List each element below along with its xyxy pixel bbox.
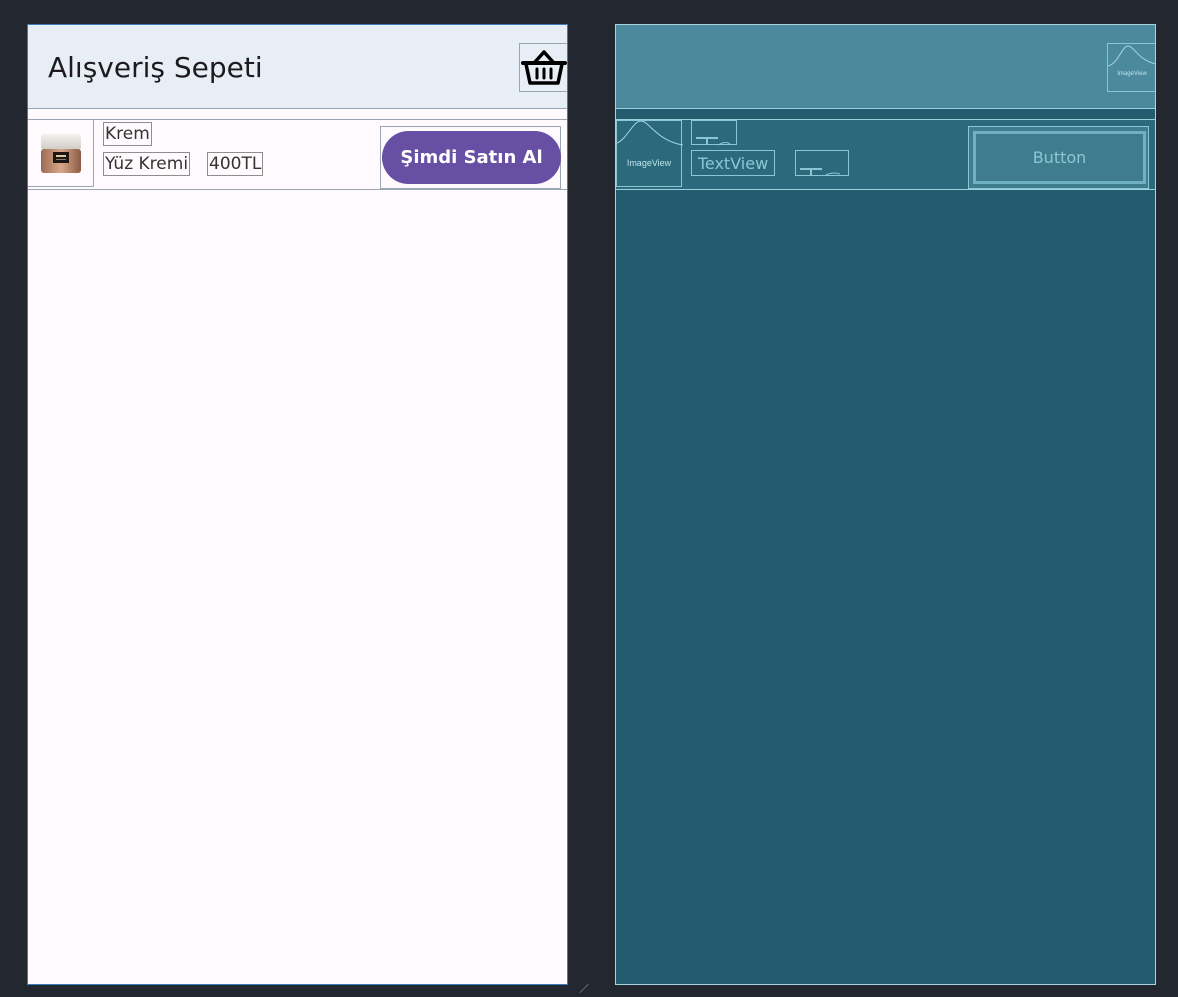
blueprint-toolbar: ImageView: [616, 25, 1155, 109]
blueprint-category-textview[interactable]: [691, 120, 737, 146]
category-label: Krem: [103, 122, 152, 146]
product-image: [28, 120, 94, 187]
product-price: 400TL: [207, 152, 264, 176]
text-placeholder-icon: [696, 137, 731, 146]
buy-button-container: Şimdi Satın Al: [380, 126, 561, 189]
blueprint-button[interactable]: Button: [973, 131, 1146, 184]
blueprint-name-textview[interactable]: TextView: [691, 150, 775, 176]
product-name: Yüz Kremi: [103, 152, 191, 176]
blueprint-item-row: ImageView TextView Button: [616, 119, 1155, 190]
basket-icon: [521, 49, 567, 85]
toolbar: Alışveriş Sepeti: [28, 25, 567, 109]
image-placeholder-icon: [1108, 45, 1155, 67]
image-placeholder-icon: [617, 121, 683, 146]
text-placeholder-icon: [800, 168, 841, 176]
cream-jar-image: [40, 134, 81, 173]
basket-button[interactable]: [519, 43, 567, 92]
blueprint-preview: ImageView ImageView TextView Button: [615, 24, 1156, 985]
blueprint-button-container: Button: [968, 126, 1149, 189]
imageview-caption: ImageView: [626, 158, 672, 168]
blueprint-toolbar-imageview[interactable]: ImageView: [1107, 43, 1155, 92]
imageview-caption: ImageView: [1117, 71, 1147, 77]
cart-item-row: Krem Yüz Kremi 400TL Şimdi Satın Al: [28, 119, 567, 190]
toolbar-title: Alışveriş Sepeti: [48, 51, 263, 84]
buy-now-button[interactable]: Şimdi Satın Al: [382, 131, 561, 184]
resize-handle[interactable]: [579, 983, 589, 994]
blueprint-product-imageview[interactable]: ImageView: [616, 120, 683, 187]
blueprint-price-textview[interactable]: [795, 150, 849, 176]
design-preview: Alışveriş Sepeti Krem Yüz Kremi 400TL Şi…: [27, 24, 568, 985]
